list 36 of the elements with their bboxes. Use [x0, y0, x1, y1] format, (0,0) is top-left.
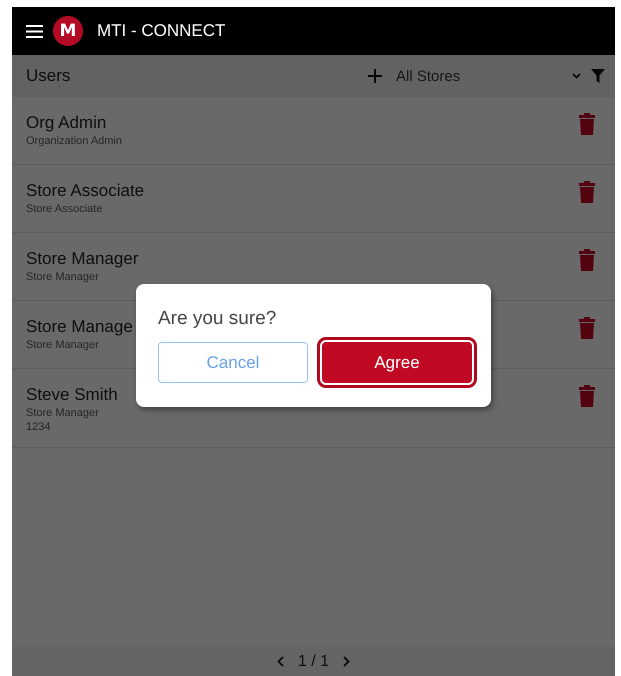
user-detail: 1234	[26, 421, 50, 433]
next-page-button[interactable]	[343, 656, 350, 667]
plus-icon	[368, 69, 382, 83]
user-detail: Organization Admin	[26, 135, 122, 147]
store-dropdown[interactable]: All Stores	[396, 68, 581, 84]
previous-page-button[interactable]	[276, 656, 284, 667]
chevron-right-icon	[343, 656, 350, 667]
delete-button[interactable]	[579, 113, 595, 135]
delete-button[interactable]	[579, 249, 595, 271]
user-name: Store Manager	[26, 249, 138, 269]
page-indicator: 1 / 1	[298, 652, 330, 670]
filter-button[interactable]	[591, 69, 605, 83]
user-row[interactable]: Store Associate Store Associate	[12, 165, 615, 233]
user-name: Steve Smith	[26, 385, 118, 405]
app-title: MTI - CONNECT	[97, 21, 226, 41]
filter-icon	[591, 69, 605, 83]
user-name: Store Manage	[26, 317, 133, 337]
user-name: Store Associate	[26, 181, 144, 201]
page-title: Users	[26, 66, 72, 86]
chevron-down-icon	[572, 73, 581, 79]
user-detail: Store Manager	[26, 271, 99, 283]
delete-button[interactable]	[579, 317, 595, 339]
dialog-message: Are you sure?	[158, 308, 278, 330]
user-detail: Store Manager	[26, 407, 99, 419]
app-logo: M	[53, 16, 83, 46]
menu-icon	[26, 24, 43, 38]
add-button[interactable]	[368, 69, 382, 83]
user-row[interactable]: Org Admin Organization Admin	[12, 97, 615, 165]
user-detail: Store Manager	[26, 339, 99, 351]
cancel-button[interactable]: Cancel	[158, 342, 308, 383]
chevron-left-icon	[276, 656, 284, 667]
delete-button[interactable]	[579, 181, 595, 203]
user-detail: Store Associate	[26, 203, 102, 215]
menu-button[interactable]	[26, 24, 43, 38]
delete-button[interactable]	[579, 385, 595, 407]
user-name: Org Admin	[26, 113, 106, 133]
